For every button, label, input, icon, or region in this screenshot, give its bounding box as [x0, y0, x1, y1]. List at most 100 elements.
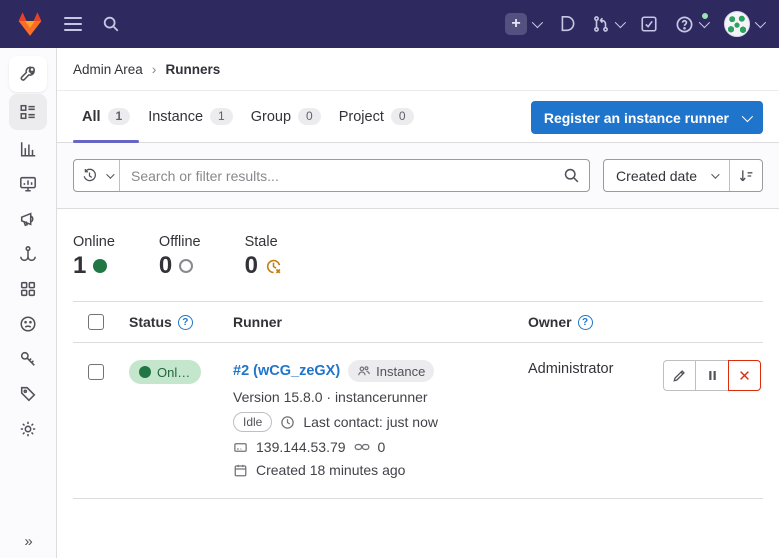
- tab-label: Instance: [148, 109, 203, 125]
- monitor-icon: [19, 175, 37, 193]
- owner-help-icon[interactable]: ?: [578, 315, 593, 330]
- recent-searches-button[interactable]: [74, 160, 120, 191]
- runner-jobs-count: 0: [378, 439, 386, 455]
- tab-label: Group: [251, 109, 291, 125]
- tab-count-badge: 1: [108, 108, 131, 125]
- help-menu-button[interactable]: [675, 15, 707, 34]
- sidebar-item-abuse-reports[interactable]: [9, 307, 47, 340]
- sidebar-expand-button[interactable]: »: [0, 533, 57, 550]
- clock-icon: [280, 415, 295, 430]
- owner-link[interactable]: Administrator: [528, 361, 613, 377]
- main-content: Admin Area › Runners All 1 Instance 1 Gr…: [57, 48, 779, 558]
- sort-control-group: Created date: [603, 159, 763, 192]
- sort-field-dropdown[interactable]: Created date: [604, 160, 729, 191]
- pause-icon: [706, 369, 719, 382]
- sidebar-item-labels[interactable]: [9, 377, 47, 410]
- runner-status-stats: Online 1 Offline 0 Stale 0: [57, 209, 779, 301]
- sidebar-item-admin-tools[interactable]: [9, 56, 47, 92]
- runner-type-label: Instance: [376, 364, 425, 379]
- chevron-down-icon: [699, 17, 710, 28]
- runner-ip-address: 139.144.53.79: [256, 439, 346, 455]
- search-filter-group: [73, 159, 590, 192]
- column-header-status: Status: [129, 314, 172, 330]
- offline-ring-icon: [179, 259, 193, 273]
- search-submit-button[interactable]: [553, 160, 589, 191]
- job-status-badge: Idle: [233, 412, 272, 432]
- chevron-down-icon: [106, 170, 114, 178]
- sidebar-item-settings[interactable]: [9, 412, 47, 445]
- sidebar-item-system-hooks[interactable]: [9, 237, 47, 270]
- runners-table: Status ? Runner Owner ? Online: [73, 301, 763, 499]
- sidebar-item-monitoring[interactable]: [9, 167, 47, 200]
- search-input[interactable]: [120, 160, 553, 191]
- pencil-icon: [672, 368, 687, 383]
- status-help-icon[interactable]: ?: [178, 315, 193, 330]
- sidebar-item-credentials[interactable]: [9, 342, 47, 375]
- filter-bar: Created date: [57, 143, 779, 209]
- tab-instance[interactable]: Instance 1: [139, 91, 242, 142]
- stat-label: Online: [73, 234, 115, 250]
- online-dot-icon: [93, 259, 107, 273]
- edit-runner-button[interactable]: [663, 360, 696, 391]
- register-button-label: Register an instance runner: [544, 110, 729, 126]
- sidebar-item-analytics[interactable]: [9, 132, 47, 165]
- key-icon: [19, 350, 37, 368]
- breadcrumb-separator: ›: [152, 61, 157, 77]
- megaphone-icon: [19, 210, 37, 228]
- plus-icon: +: [505, 13, 527, 35]
- chevron-down-icon: [742, 110, 753, 121]
- select-all-checkbox[interactable]: [88, 314, 104, 330]
- sort-direction-button[interactable]: [729, 160, 762, 191]
- new-plus-menu-button[interactable]: +: [505, 13, 540, 35]
- runner-tabs-bar: All 1 Instance 1 Group 0 Project 0 Regis…: [57, 91, 779, 143]
- tab-group[interactable]: Group 0: [242, 91, 330, 142]
- status-badge: Online: [129, 360, 201, 384]
- tab-count-badge: 1: [210, 108, 233, 125]
- apps-grid-icon: [19, 280, 37, 298]
- close-x-icon: [738, 369, 751, 382]
- breadcrumb: Admin Area › Runners: [57, 48, 779, 91]
- hamburger-menu-icon[interactable]: [64, 17, 82, 31]
- tab-count-badge: 0: [298, 108, 321, 125]
- sort-descending-icon: [738, 168, 754, 184]
- tab-count-badge: 0: [391, 108, 414, 125]
- sad-face-icon: [19, 315, 37, 333]
- breadcrumb-admin-area[interactable]: Admin Area: [73, 62, 143, 77]
- link-icon: [354, 439, 370, 455]
- sidebar-item-messages[interactable]: [9, 202, 47, 235]
- pause-runner-button[interactable]: [696, 360, 729, 391]
- stat-value: 1: [73, 253, 86, 279]
- merge-requests-button[interactable]: [592, 15, 623, 33]
- stat-online: Online 1: [73, 234, 115, 279]
- search-icon: [563, 167, 580, 184]
- bar-chart-icon: [19, 140, 37, 158]
- chevron-down-icon: [615, 17, 626, 28]
- todos-icon[interactable]: [640, 15, 658, 33]
- column-header-runner: Runner: [233, 314, 282, 330]
- stat-label: Offline: [159, 234, 201, 250]
- top-navbar: +: [0, 0, 779, 48]
- wrench-icon: [19, 65, 37, 83]
- row-actions: [663, 360, 763, 391]
- stat-stale: Stale 0: [245, 234, 282, 279]
- history-icon: [82, 168, 97, 183]
- overview-icon: [19, 103, 37, 121]
- host-icon: [233, 440, 248, 455]
- search-icon[interactable]: [102, 15, 120, 33]
- breadcrumb-runners: Runners: [165, 62, 220, 77]
- row-checkbox[interactable]: [88, 364, 104, 380]
- delete-runner-button[interactable]: [728, 360, 761, 391]
- stat-value: 0: [245, 253, 258, 279]
- runner-link[interactable]: #2 (wCG_zeGX): [233, 363, 340, 379]
- chevron-down-icon: [532, 17, 543, 28]
- sidebar-item-overview[interactable]: [9, 94, 47, 130]
- last-contact-text: Last contact: just now: [303, 414, 438, 430]
- sidebar-item-applications[interactable]: [9, 272, 47, 305]
- user-avatar-button[interactable]: [724, 11, 763, 37]
- register-instance-runner-button[interactable]: Register an instance runner: [531, 101, 763, 134]
- status-badge-label: Online: [157, 365, 191, 380]
- tab-all[interactable]: All 1: [73, 91, 139, 142]
- issues-icon[interactable]: [557, 15, 575, 33]
- tab-project[interactable]: Project 0: [330, 91, 423, 142]
- gitlab-logo-icon[interactable]: [16, 11, 44, 38]
